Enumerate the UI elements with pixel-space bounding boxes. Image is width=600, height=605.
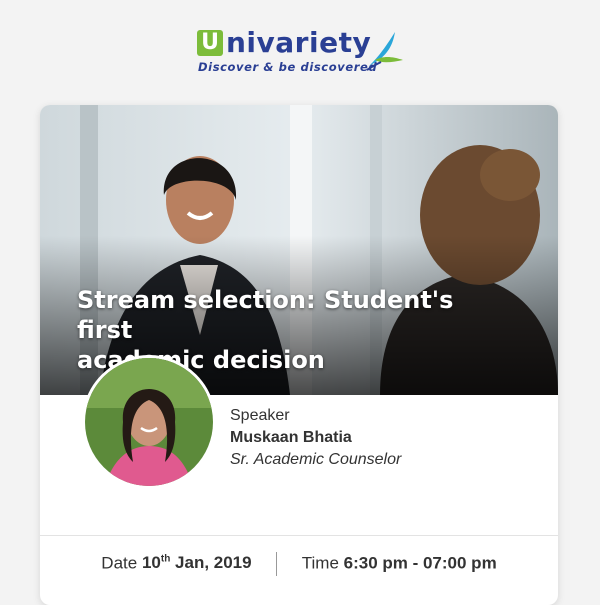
time-label: Time: [301, 553, 344, 573]
date-day: 10: [141, 553, 161, 573]
speaker-role-label: Speaker: [230, 407, 290, 424]
event-schedule: Date 10th Jan, 2019 Time 6:30 pm - 07:00…: [40, 552, 558, 576]
speaker-info: Speaker Muskaan Bhatia Sr. Academic Coun…: [230, 407, 401, 469]
logo-badge: U: [197, 30, 223, 56]
speaker-photo: [85, 358, 213, 486]
date-value: 10th Jan, 2019: [142, 553, 252, 572]
hero-photo: Stream selection: Student's first academ…: [40, 105, 558, 395]
speaker-avatar: [82, 355, 216, 489]
speaker-title: Sr. Academic Counselor: [230, 451, 402, 468]
speaker-name: Muskaan Bhatia: [230, 429, 352, 446]
schedule-separator: [276, 552, 278, 576]
event-title-line1: Stream selection: Student's first: [77, 286, 454, 344]
divider: [40, 535, 558, 536]
date-label: Date: [101, 553, 142, 573]
date-rest: Jan, 2019: [170, 553, 252, 573]
time-value: 6:30 pm - 07:00 pm: [343, 553, 497, 573]
date-suffix: th: [160, 553, 171, 565]
event-card: Stream selection: Student's first academ…: [40, 105, 558, 605]
logo-wordmark: nivariety: [226, 26, 372, 59]
univariety-logo[interactable]: U nivariety Discover & be discovered: [197, 26, 407, 76]
logo-tagline: Discover & be discovered: [198, 60, 378, 74]
bird-icon: [366, 32, 403, 71]
